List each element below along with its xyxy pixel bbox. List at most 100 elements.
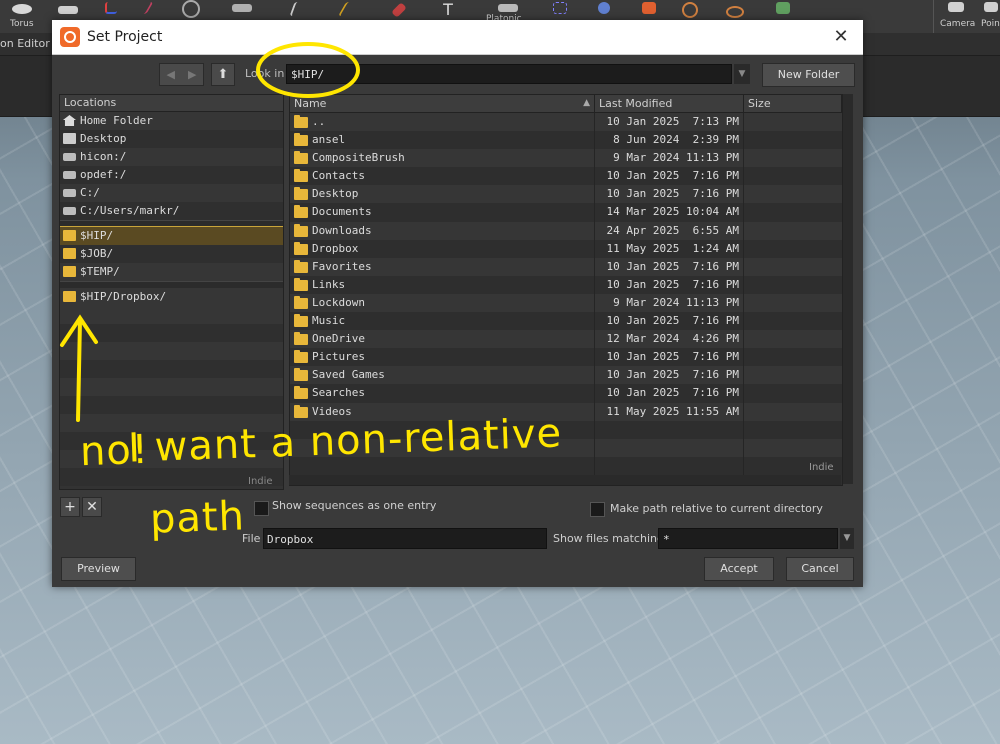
spray-icon[interactable] [232,4,252,12]
file-modified: 9 Mar 2024 11:13 PM [595,293,744,313]
file-filter-dropdown-icon[interactable]: ▼ [840,528,854,549]
camera-icon[interactable] [948,2,964,12]
file-row[interactable]: Saved Games 10 Jan 2025 7:16 PM [290,366,842,385]
pen-icon[interactable] [337,2,355,16]
look-in-field[interactable]: $HIP/ [286,64,732,84]
file-row[interactable]: ansel 8 Jun 2024 2:39 PM [290,131,842,150]
file-row[interactable]: Dropbox 11 May 2025 1:24 AM [290,239,842,258]
file-icon[interactable] [776,2,790,14]
file-list-hscrollbar[interactable] [289,475,841,485]
file-row[interactable]: Lockdown 9 Mar 2024 11:13 PM [290,293,842,313]
file-input[interactable]: Dropbox [263,528,547,549]
back-arrow-icon[interactable]: ◀ [167,68,175,81]
point-label: Poin [981,19,1000,29]
text-icon[interactable]: T [438,2,458,18]
l-system-icon[interactable] [642,2,656,14]
file-row[interactable]: Music 10 Jan 2025 7:16 PM [290,312,842,331]
file-name-cell: Lockdown [290,293,595,313]
circle-icon[interactable] [182,0,200,18]
location-item[interactable]: C:/ [60,184,283,202]
curve-icon[interactable] [289,2,303,16]
location-item[interactable]: opdef:/ [60,166,283,184]
add-location-button[interactable]: + [60,497,80,517]
helix-icon[interactable] [726,6,744,18]
folder-icon [294,223,308,237]
file-row[interactable]: OneDrive 12 Mar 2024 4:26 PM [290,330,842,349]
column-last-modified[interactable]: Last Modified [595,95,744,112]
cancel-button[interactable]: Cancel [786,557,854,581]
file-size [744,131,842,149]
location-item[interactable]: $TEMP/ [60,263,283,281]
folder-icon [63,266,76,277]
grid-icon[interactable] [553,2,567,14]
location-item[interactable]: Home Folder [60,112,283,130]
make-relative-checkbox[interactable] [590,502,605,517]
houdini-app-icon [60,27,80,47]
location-add-remove: + ✕ [60,497,102,517]
close-button[interactable]: ✕ [829,25,853,49]
location-item[interactable]: hicon:/ [60,148,283,166]
file-row[interactable]: Contacts 10 Jan 2025 7:16 PM [290,167,842,186]
file-row[interactable]: Documents 14 Mar 2025 10:04 AM [290,203,842,222]
file-name-cell: Links [290,275,595,294]
remove-location-button[interactable]: ✕ [82,497,102,517]
empty-row [60,378,283,396]
location-item[interactable]: $HIP/ [60,226,283,246]
spiral-icon[interactable] [682,2,698,18]
file-modified: 10 Jan 2025 7:16 PM [595,185,744,204]
file-name: OneDrive [312,332,365,346]
axis-icon[interactable] [105,2,117,14]
accept-button[interactable]: Accept [704,557,774,581]
box-icon[interactable] [58,6,78,14]
file-list-vscrollbar[interactable] [843,94,853,484]
point-light-icon[interactable] [984,2,998,12]
file-name: Links [312,277,346,291]
new-folder-button[interactable]: New Folder [762,63,855,87]
file-row[interactable]: Searches 10 Jan 2025 7:16 PM [290,384,842,403]
look-in-dropdown-icon[interactable]: ▼ [734,64,750,84]
look-in-label: Look in [245,67,285,80]
location-item[interactable]: $HIP/Dropbox/ [60,288,283,306]
location-item[interactable]: C:/Users/markr/ [60,202,283,220]
column-size[interactable]: Size [744,95,842,112]
folder-icon [294,115,308,128]
file-row[interactable]: Downloads 24 Apr 2025 6:55 AM [290,221,842,240]
location-label: Home Folder [80,114,153,127]
show-sequences-checkbox[interactable] [254,501,269,516]
file-size [744,240,842,258]
file-row[interactable]: Desktop 10 Jan 2025 7:16 PM [290,185,842,204]
file-row[interactable]: Pictures 10 Jan 2025 7:16 PM [290,348,842,367]
platonic-icon[interactable] [498,4,518,12]
preview-button[interactable]: Preview [61,557,136,581]
editor-tab-label[interactable]: on Editor [0,37,50,50]
folder-icon [294,133,308,147]
file-name-cell: ansel [290,131,595,150]
file-row[interactable]: Favorites 10 Jan 2025 7:16 PM [290,257,842,276]
location-item[interactable]: Desktop [60,130,283,148]
file-size [744,185,842,203]
metaball-icon[interactable] [598,2,610,14]
location-label: Desktop [80,132,127,145]
file-row[interactable]: Links 10 Jan 2025 7:16 PM [290,275,842,294]
file-filter-input[interactable]: * [658,528,838,549]
file-name-cell: Music [290,312,595,331]
column-name[interactable]: Name ▲ [290,95,595,112]
file-row[interactable]: .. 10 Jan 2025 7:13 PM [290,113,842,132]
location-item[interactable]: $JOB/ [60,245,283,263]
empty-row [60,306,283,324]
file-name-cell: Documents [290,203,595,222]
file-row[interactable]: CompositeBrush 9 Mar 2024 11:13 PM [290,149,842,168]
file-modified: 10 Jan 2025 7:16 PM [595,384,744,403]
folder-icon [63,248,76,259]
line-icon[interactable] [138,2,154,14]
file-modified: 9 Mar 2024 11:13 PM [595,149,744,168]
folder-icon [63,291,76,302]
folder-icon [294,169,308,183]
file-name: Searches [312,386,365,400]
file-name: ansel [312,133,346,147]
forward-arrow-icon[interactable]: ▶ [188,68,196,81]
torus-icon[interactable] [12,4,32,14]
brush-icon[interactable] [391,2,407,18]
up-folder-button[interactable]: ⬆ [211,63,235,86]
file-size [744,294,842,312]
